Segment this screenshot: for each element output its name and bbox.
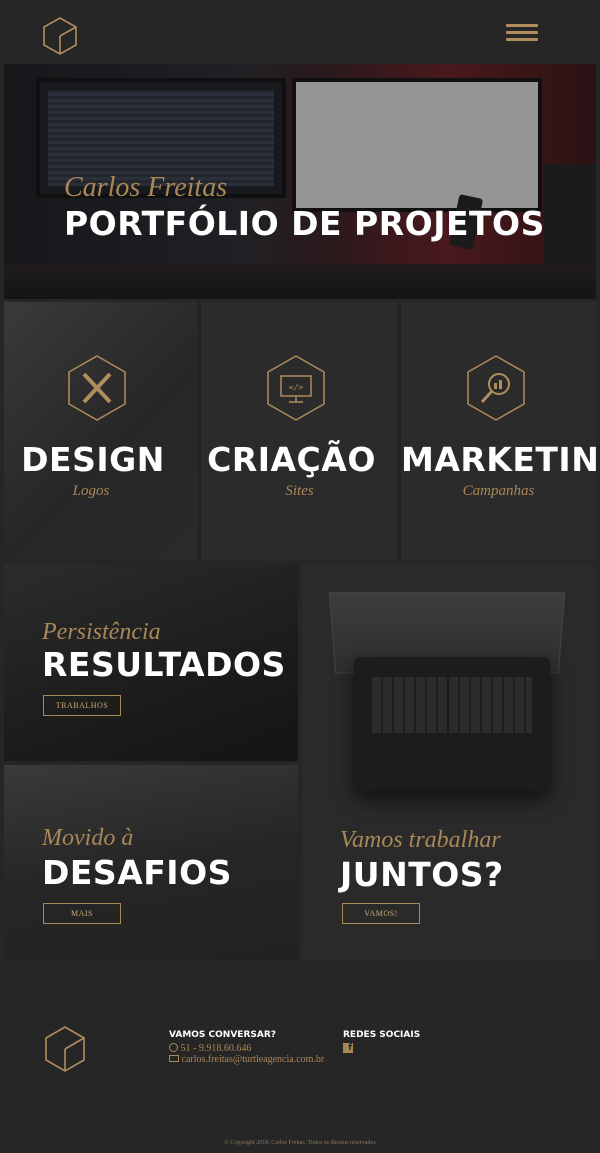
panel-subtitle: Persistência <box>42 619 161 645</box>
code-monitor-icon: </> <box>267 355 325 421</box>
panel-title: JUNTOS? <box>340 855 504 894</box>
trabalhos-button[interactable]: TRABALHOS <box>43 695 121 716</box>
hexagon-logo-icon <box>45 1026 85 1072</box>
mais-button[interactable]: MAIS <box>43 903 121 924</box>
service-design[interactable]: DESIGN Logos <box>4 302 201 560</box>
site-footer: VAMOS CONVERSAR? 51 - 9.918.60.646 carlo… <box>0 963 600 1153</box>
service-title: DESIGN <box>21 440 165 479</box>
site-header <box>0 0 600 64</box>
phone-line[interactable]: 51 - 9.918.60.646 <box>169 1043 251 1054</box>
email-icon <box>169 1055 179 1062</box>
panel-subtitle: Vamos trabalhar <box>340 827 501 853</box>
hero-title: PORTFÓLIO DE PROJETOS <box>64 204 545 243</box>
email-line[interactable]: carlos.freitas@turtleagencia.com.br <box>169 1054 324 1065</box>
magnifier-chart-icon <box>467 355 525 421</box>
service-title: MARKETING <box>401 440 600 479</box>
panel-desafios: Movido à DESAFIOS MAIS <box>4 765 298 960</box>
panel-resultados: Persistência RESULTADOS TRABALHOS <box>4 565 298 761</box>
service-subtitle: Campanhas <box>462 483 535 499</box>
highlights-section: Persistência RESULTADOS TRABALHOS Movido… <box>4 565 596 960</box>
hexagon-logo-icon[interactable] <box>42 16 78 56</box>
pencil-ruler-icon <box>68 355 126 421</box>
vamos-button[interactable]: VAMOS! <box>342 903 420 924</box>
contact-heading: VAMOS CONVERSAR? <box>169 1030 276 1040</box>
service-title: CRIAÇÃO <box>207 440 376 479</box>
service-marketing[interactable]: MARKETING Campanhas <box>401 302 600 560</box>
facebook-icon[interactable]: f <box>343 1043 353 1053</box>
copyright-text: © Copyright 2018. Carlos Freitas. Todos … <box>224 1140 376 1146</box>
phone-number: 51 - 9.918.60.646 <box>180 1043 252 1054</box>
hero-banner: Carlos Freitas PORTFÓLIO DE PROJETOS <box>4 64 596 299</box>
email-address: carlos.freitas@turtleagencia.com.br <box>181 1054 325 1065</box>
whatsapp-icon <box>169 1043 178 1052</box>
hero-subtitle: Carlos Freitas <box>64 172 228 203</box>
panel-title: DESAFIOS <box>42 853 232 892</box>
service-subtitle: Logos <box>72 483 110 499</box>
svg-text:</>: </> <box>289 383 304 392</box>
panel-subtitle: Movido à <box>42 825 134 851</box>
panel-title: RESULTADOS <box>42 645 286 684</box>
services-section: DESIGN Logos </> CRIAÇÃO Sites MARKETING… <box>4 302 600 560</box>
laptop-keyboard-image <box>354 657 550 791</box>
panel-juntos: Vamos trabalhar JUNTOS? VAMOS! <box>302 565 596 960</box>
social-heading: REDES SOCIAIS <box>343 1030 421 1040</box>
service-subtitle: Sites <box>285 483 314 499</box>
service-criacao[interactable]: </> CRIAÇÃO Sites <box>201 302 401 560</box>
hamburger-menu-icon[interactable] <box>506 24 538 44</box>
